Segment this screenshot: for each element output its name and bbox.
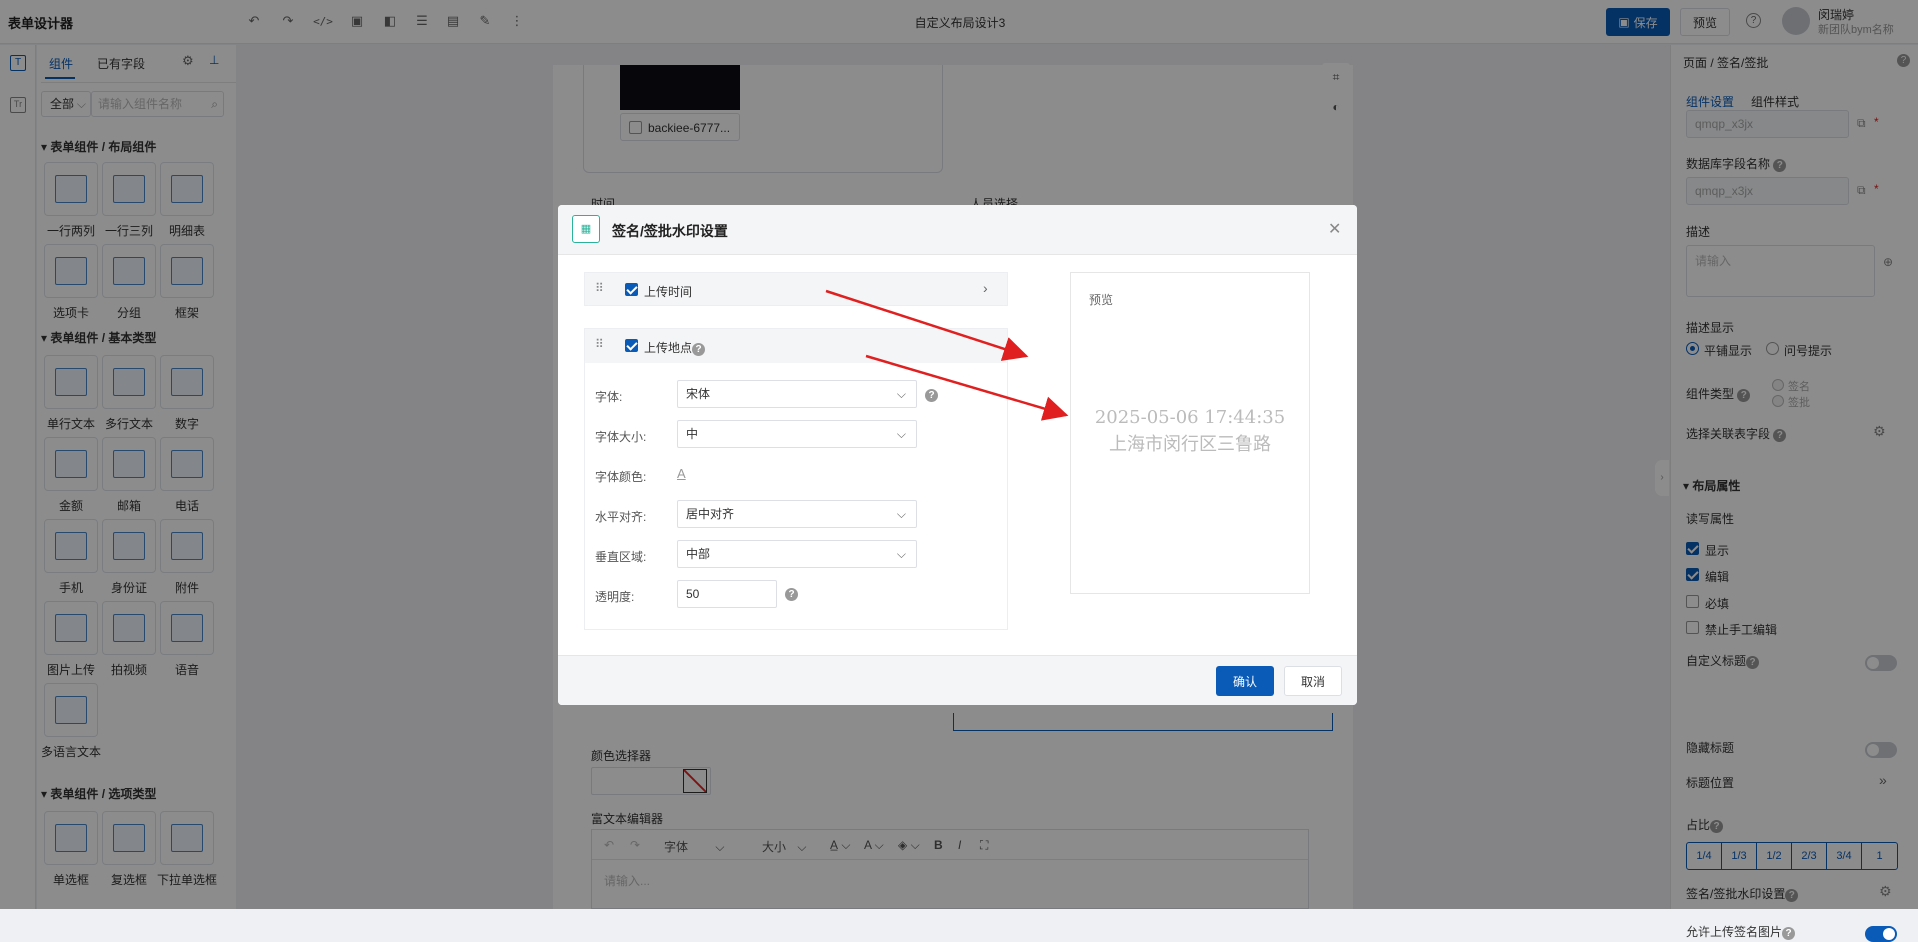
annotation-arrows — [825, 289, 1069, 421]
allow-upload-toggle[interactable] — [1865, 926, 1897, 942]
arrow-to-preview-time — [825, 289, 1029, 361]
help-icon[interactable]: ? — [1782, 927, 1796, 940]
allow-upload-label: 允许上传签名图片? — [1686, 923, 1796, 940]
arrow-to-preview-location — [865, 354, 1069, 421]
